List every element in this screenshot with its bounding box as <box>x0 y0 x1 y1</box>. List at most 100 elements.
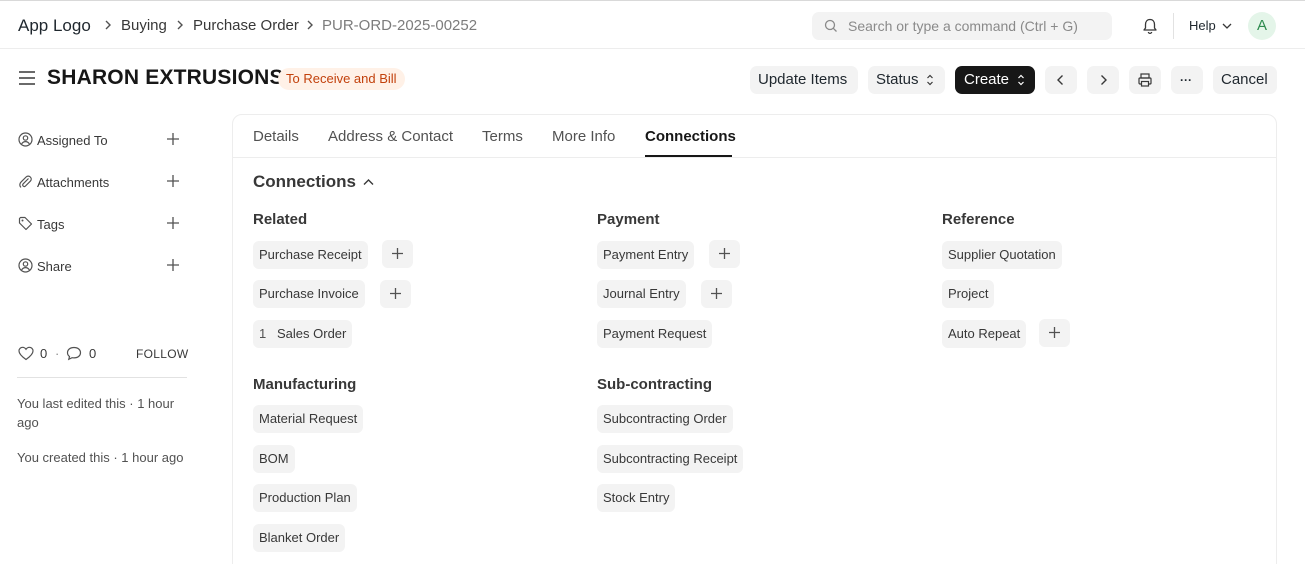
connection-sales-order[interactable]: 1 Sales Order <box>253 320 353 348</box>
group-title-payment: Payment <box>597 211 660 228</box>
connection-purchase-receipt[interactable]: Purchase Receipt <box>253 241 368 269</box>
share-user-icon <box>18 258 33 273</box>
navbar-divider <box>1173 13 1174 39</box>
avatar[interactable]: A <box>1248 12 1276 40</box>
help-menu[interactable]: Help <box>1189 18 1216 33</box>
search-bar[interactable]: Search or type a command (Ctrl + G) <box>812 12 1112 40</box>
breadcrumb-separator-icon <box>306 17 314 34</box>
status-button[interactable]: Status <box>868 66 945 94</box>
tab-connections[interactable]: Connections <box>645 128 736 145</box>
connection-bom[interactable]: BOM <box>253 445 295 473</box>
previous-doc-button[interactable] <box>1045 66 1077 94</box>
add-payment-entry-button[interactable] <box>709 240 740 268</box>
tag-icon <box>18 216 33 231</box>
print-button[interactable] <box>1129 66 1161 94</box>
sidebar-item-label: Share <box>37 259 72 274</box>
more-dots-icon: ··· <box>1180 73 1192 87</box>
breadcrumb-separator-icon <box>104 17 112 34</box>
update-items-button[interactable]: Update Items <box>750 66 858 94</box>
tabs-divider <box>232 157 1277 158</box>
page-title: SHARON EXTRUSIONS <box>47 66 284 89</box>
chevron-up-icon[interactable] <box>362 177 375 187</box>
connection-subcontracting-order[interactable]: Subcontracting Order <box>597 405 733 433</box>
update-items-label: Update Items <box>758 71 848 88</box>
add-tag-plus-icon[interactable] <box>166 216 180 230</box>
connection-material-request[interactable]: Material Request <box>253 405 364 433</box>
follow-button[interactable]: FOLLOW <box>136 347 188 361</box>
connection-payment-request[interactable]: Payment Request <box>597 320 713 348</box>
connection-project[interactable]: Project <box>942 280 995 308</box>
sidebar-divider <box>17 377 187 378</box>
search-placeholder: Search or type a command (Ctrl + G) <box>848 18 1078 34</box>
count-separator: · <box>55 346 60 361</box>
status-button-label: Status <box>876 71 919 88</box>
create-button[interactable]: Create <box>955 66 1035 94</box>
plus-icon <box>1049 327 1060 338</box>
add-purchase-receipt-button[interactable] <box>382 240 413 268</box>
connection-stock-entry[interactable]: Stock Entry <box>597 484 676 512</box>
search-icon <box>824 19 837 32</box>
tab-more-info[interactable]: More Info <box>552 128 615 145</box>
breadcrumb-current[interactable]: PUR-ORD-2025-00252 <box>322 17 477 34</box>
select-arrows-icon <box>1018 74 1024 86</box>
more-actions-button[interactable]: ··· <box>1171 66 1203 94</box>
group-title-related: Related <box>253 211 308 228</box>
status-badge: To Receive and Bill <box>278 68 405 90</box>
connection-blanket-order[interactable]: Blanket Order <box>253 524 346 552</box>
connections-section-title[interactable]: Connections <box>253 172 356 192</box>
sidebar-item-label: Attachments <box>37 175 110 190</box>
connection-subcontracting-receipt[interactable]: Subcontracting Receipt <box>597 445 744 473</box>
tab-details[interactable]: Details <box>253 128 299 145</box>
top-navbar: App Logo Buying Purchase Order PUR-ORD-2… <box>0 0 1305 49</box>
plus-icon <box>719 248 730 259</box>
next-doc-button[interactable] <box>1087 66 1119 94</box>
sidebar-item-label: Assigned To <box>37 133 108 148</box>
connection-purchase-invoice[interactable]: Purchase Invoice <box>253 280 365 308</box>
comments-count: 0 <box>89 346 97 361</box>
tab-address-contact[interactable]: Address & Contact <box>328 128 453 145</box>
assign-user-icon <box>18 132 33 147</box>
heart-icon[interactable] <box>18 346 34 361</box>
breadcrumb-buying[interactable]: Buying <box>121 17 167 34</box>
group-title-manufacturing: Manufacturing <box>253 376 357 393</box>
breadcrumb-purchase-order[interactable]: Purchase Order <box>193 17 299 34</box>
app-logo[interactable]: App Logo <box>18 16 91 36</box>
add-journal-entry-button[interactable] <box>701 280 732 308</box>
last-edited-note: You last edited this · 1 hour ago <box>17 396 175 430</box>
printer-icon <box>1138 73 1152 87</box>
likes-count: 0 <box>40 346 48 361</box>
form-card <box>232 114 1277 564</box>
breadcrumb-separator-icon <box>176 17 184 34</box>
plus-icon <box>390 288 401 299</box>
tab-terms[interactable]: Terms <box>482 128 523 145</box>
group-title-sub-contracting: Sub-contracting <box>597 376 712 393</box>
add-assignee-plus-icon[interactable] <box>166 132 180 146</box>
add-purchase-invoice-button[interactable] <box>380 280 411 308</box>
chevron-right-icon <box>1101 75 1107 85</box>
connection-production-plan[interactable]: Production Plan <box>253 484 357 512</box>
connection-supplier-quotation[interactable]: Supplier Quotation <box>942 241 1062 269</box>
chevron-down-icon[interactable] <box>1222 22 1232 30</box>
sidebar-item-label: Tags <box>37 217 65 232</box>
active-tab-indicator <box>645 155 732 157</box>
cancel-button[interactable]: Cancel <box>1213 66 1277 94</box>
plus-icon <box>711 288 722 299</box>
connection-journal-entry[interactable]: Journal Entry <box>597 280 686 308</box>
plus-icon <box>392 248 403 259</box>
add-share-plus-icon[interactable] <box>166 258 180 272</box>
group-title-reference: Reference <box>942 211 1015 228</box>
menu-icon[interactable] <box>18 70 36 86</box>
paperclip-icon <box>19 175 32 188</box>
created-note: You created this · 1 hour ago <box>17 450 184 465</box>
connection-payment-entry[interactable]: Payment Entry <box>597 241 695 269</box>
select-arrows-icon <box>927 74 933 86</box>
cancel-button-label: Cancel <box>1221 71 1268 88</box>
create-button-label: Create <box>964 71 1010 88</box>
connection-count: 1 <box>259 326 267 341</box>
connection-label: Sales Order <box>277 326 347 341</box>
add-attachment-plus-icon[interactable] <box>166 174 180 188</box>
connection-auto-repeat[interactable]: Auto Repeat <box>942 320 1027 348</box>
notification-bell-icon[interactable] <box>1141 17 1159 35</box>
add-auto-repeat-button[interactable] <box>1039 319 1070 347</box>
comment-icon[interactable] <box>66 346 82 361</box>
